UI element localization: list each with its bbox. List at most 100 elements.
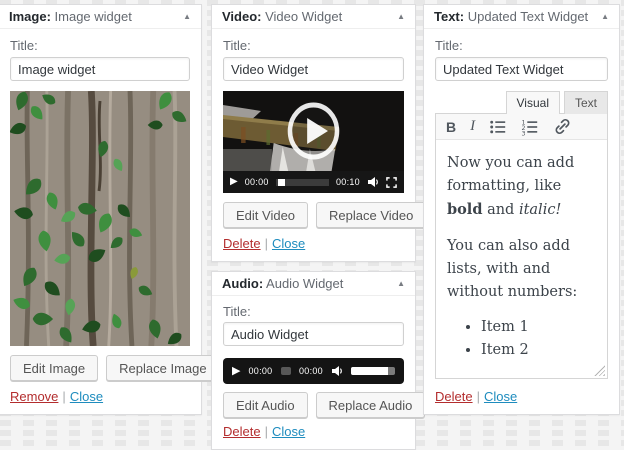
link-separator: | — [476, 389, 480, 404]
edit-audio-button[interactable]: Edit Audio — [223, 392, 308, 418]
audio-widget-links: Delete | Close — [223, 424, 404, 439]
audio-progress-bar[interactable] — [280, 367, 291, 375]
editor-toolbar: B I 123 — [436, 114, 607, 140]
bold-button[interactable]: B — [446, 119, 456, 135]
widget-title-label: Audio Widget — [263, 276, 344, 291]
tab-text[interactable]: Text — [563, 91, 608, 114]
audio-duration: 00:00 — [298, 366, 323, 376]
widget-title-label: Updated Text Widget — [464, 9, 589, 24]
italic-text: italic! — [518, 202, 562, 219]
close-link[interactable]: Close — [70, 389, 103, 404]
widget-title-label: Video Widget — [261, 9, 343, 24]
text-title-input[interactable] — [435, 57, 608, 81]
editor-content-area[interactable]: Now you can add formatting, like bold an… — [436, 140, 607, 378]
close-link[interactable]: Close — [272, 424, 305, 439]
paragraph: Now you can add formatting, like bold an… — [447, 155, 575, 219]
video-duration: 00:10 — [335, 177, 360, 187]
title-field-label: Title: — [435, 38, 463, 53]
italic-button[interactable]: I — [470, 118, 475, 135]
list-item: Item 1 — [481, 316, 596, 339]
audio-volume-level — [351, 367, 389, 375]
link-separator: | — [62, 389, 66, 404]
collapse-arrow-icon[interactable]: ▲ — [601, 12, 609, 21]
video-progress-bar[interactable] — [275, 178, 329, 186]
audio-widget: Audio: Audio Widget ▲ Title: ▶ 00:00 00:… — [211, 271, 426, 450]
resize-handle[interactable] — [594, 365, 605, 376]
image-button-row: Edit Image Replace Image — [10, 355, 220, 381]
audio-widget-header[interactable]: Audio: Audio Widget ▲ — [212, 272, 415, 296]
sidebar-column-1: Image: Image widget ▲ Title: Image widge… — [0, 4, 220, 415]
fullscreen-icon[interactable] — [386, 176, 397, 188]
audio-title-input[interactable] — [223, 322, 404, 346]
video-widget-body: Title: Video Widget ▶ 00:00 00:10 Edit V… — [212, 29, 427, 261]
image-widget-header[interactable]: Image: Image widget ▲ — [0, 5, 201, 29]
text-widget-header[interactable]: Text: Updated Text Widget ▲ — [424, 5, 619, 29]
audio-play-icon[interactable]: ▶ — [232, 365, 240, 377]
video-player: ▶ 00:00 00:10 — [223, 91, 404, 193]
numbered-list-button[interactable]: 123 — [521, 118, 539, 136]
collapse-arrow-icon[interactable]: ▲ — [397, 279, 405, 288]
ivy-photo — [10, 91, 190, 346]
audio-current-time: 00:00 — [248, 366, 273, 376]
bullet-list-button[interactable] — [489, 118, 507, 136]
bullet-list: Item 1 Item 2 — [481, 316, 596, 362]
bullet-list-icon — [490, 120, 506, 133]
edit-image-button[interactable]: Edit Image — [10, 355, 99, 381]
delete-link[interactable]: Delete — [435, 389, 473, 404]
video-widget-links: Delete | Close — [223, 236, 404, 251]
widget-type-label: Audio: — [222, 276, 264, 291]
volume-icon[interactable] — [367, 176, 379, 188]
title-field-label: Title: — [223, 38, 251, 53]
sidebar-column-2: Video: Video Widget ▲ Title: Video Widge… — [211, 4, 427, 450]
volume-icon[interactable] — [331, 365, 343, 377]
rich-text-editor: B I 123 Now you can add formatting, like… — [435, 113, 608, 379]
video-title-input[interactable] — [223, 57, 404, 81]
image-widget-links: Remove | Close — [10, 389, 190, 404]
remove-link[interactable]: Remove — [10, 389, 58, 404]
text-widget-body: Title: Visual Text B I 123 — [424, 29, 619, 414]
image-title-input[interactable] — [10, 57, 190, 81]
audio-button-row: Edit Audio Replace Audio — [223, 392, 426, 418]
replace-video-button[interactable]: Replace Video — [316, 202, 427, 228]
collapse-arrow-icon[interactable]: ▲ — [183, 12, 191, 21]
insert-link-button[interactable] — [553, 117, 572, 136]
svg-text:3: 3 — [522, 130, 526, 135]
text-widget: Text: Updated Text Widget ▲ Title: Visua… — [423, 4, 620, 415]
tab-visual[interactable]: Visual — [505, 91, 560, 114]
image-widget-body: Title: Image widget Edit Image Replace I… — [0, 29, 220, 414]
video-play-icon[interactable]: ▶ — [230, 177, 238, 187]
edit-video-button[interactable]: Edit Video — [223, 202, 309, 228]
title-field-label: Title: — [10, 38, 38, 53]
audio-volume-slider[interactable] — [351, 367, 395, 375]
paragraph: You can also add lists, with and without… — [447, 237, 578, 300]
widget-type-label: Video: — [222, 9, 262, 24]
widget-type-label: Image: — [9, 9, 51, 24]
collapse-arrow-icon[interactable]: ▲ — [397, 12, 405, 21]
video-controls-bar: ▶ 00:00 00:10 — [223, 171, 404, 193]
close-link[interactable]: Close — [484, 389, 517, 404]
title-field-label: Title: — [223, 304, 251, 319]
audio-player-bar: ▶ 00:00 00:00 — [223, 358, 404, 384]
numbered-list-icon: 123 — [522, 119, 538, 136]
delete-link[interactable]: Delete — [223, 424, 261, 439]
sidebar-column-3: Text: Updated Text Widget ▲ Title: Visua… — [423, 4, 620, 415]
video-widget-header[interactable]: Video: Video Widget ▲ — [212, 5, 415, 29]
video-button-row: Edit Video Replace Video — [223, 202, 427, 228]
video-thumbnail — [223, 91, 404, 171]
video-current-time: 00:00 — [244, 177, 269, 187]
video-widget: Video: Video Widget ▲ Title: Video Widge… — [211, 4, 427, 262]
widget-type-label: Text: — [434, 9, 465, 24]
replace-audio-button[interactable]: Replace Audio — [315, 392, 426, 418]
audio-widget-body: Title: ▶ 00:00 00:00 Edit Audio Replace … — [212, 296, 426, 449]
list-item: Item 2 — [481, 339, 596, 362]
widget-title-label: Image widget — [50, 9, 132, 24]
paragraph: Best yet, you can add links without need… — [447, 375, 596, 379]
close-link[interactable]: Close — [272, 236, 305, 251]
link-separator: | — [264, 424, 268, 439]
text-widget-links: Delete | Close — [435, 389, 608, 404]
delete-link[interactable]: Delete — [223, 236, 261, 251]
video-scrubber-handle[interactable] — [277, 178, 285, 186]
image-widget: Image: Image widget ▲ Title: Image widge… — [0, 4, 220, 415]
link-icon — [555, 118, 570, 135]
replace-image-button[interactable]: Replace Image — [106, 355, 220, 381]
